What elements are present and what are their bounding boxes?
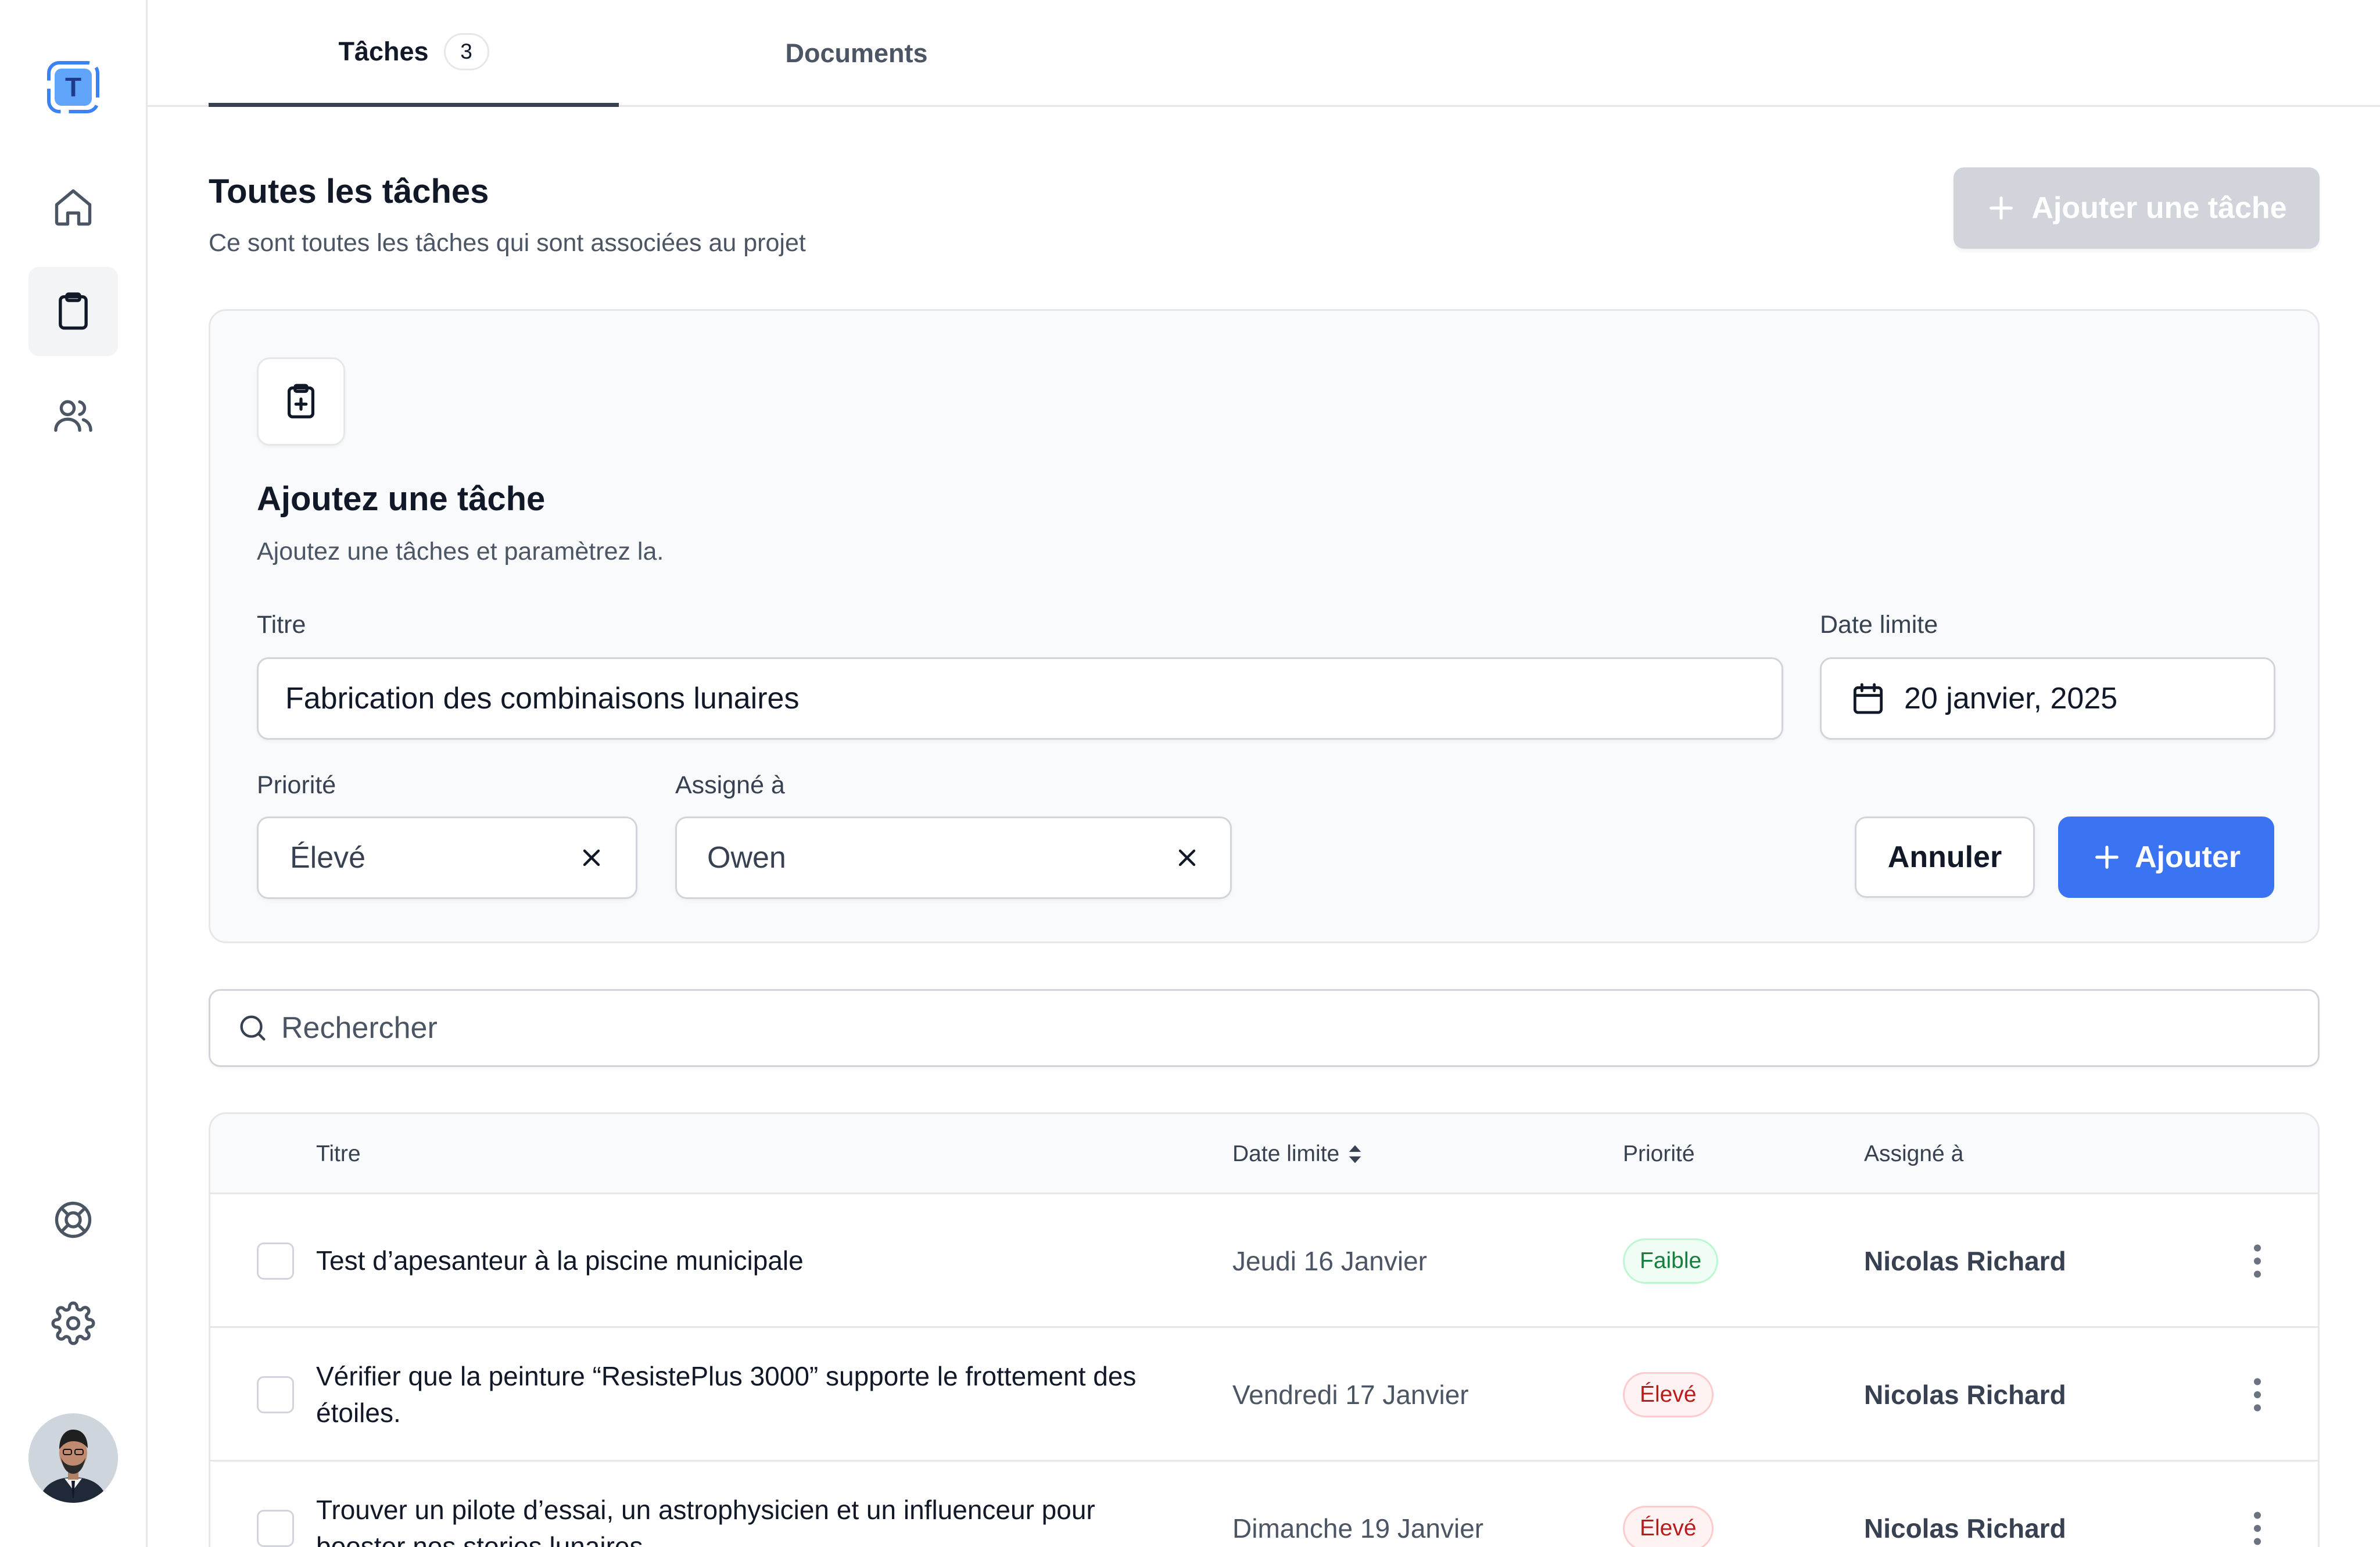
date-picker-value: 20 janvier, 2025 — [1904, 682, 2118, 715]
row-checkbox[interactable] — [257, 1242, 294, 1280]
assignee-label: Assigné à — [675, 771, 785, 799]
gear-icon — [51, 1301, 95, 1345]
page-subtitle: Ce sont toutes les tâches qui sont assoc… — [209, 229, 806, 257]
tab-bar: Tâches 3 Documents — [148, 0, 2380, 107]
title-input-value: Fabrication des combinaisons lunaires — [285, 682, 800, 715]
form-title: Ajoutez une tâche — [257, 480, 546, 518]
logo-letter: T — [65, 72, 81, 102]
row-title: Vérifier que la peinture “ResistePlus 30… — [316, 1361, 1137, 1428]
clipboard-plus-icon — [287, 384, 315, 418]
sidebar-item-settings[interactable] — [28, 1279, 118, 1368]
users-icon — [54, 400, 92, 432]
close-icon[interactable] — [1173, 844, 1201, 872]
column-title[interactable]: Titre — [316, 1114, 361, 1194]
support-icon — [55, 1201, 92, 1238]
table-header: Titre Date limite Priorité Assigné à — [210, 1114, 2318, 1194]
search-bar — [209, 989, 2320, 1067]
priority-select-value: Élevé — [290, 841, 366, 875]
row-date: Jeudi 16 Janvier — [1232, 1246, 1427, 1276]
cancel-button[interactable]: Annuler — [1855, 817, 2035, 898]
column-date-label: Date limite — [1232, 1141, 1340, 1166]
add-task-form: Ajoutez une tâche Ajoutez une tâches et … — [209, 309, 2320, 943]
sidebar: T — [0, 0, 148, 1547]
sort-icon[interactable] — [1347, 1144, 1363, 1165]
clipboard-icon — [59, 292, 88, 330]
row-assignee: Nicolas Richard — [1864, 1380, 2066, 1410]
home-icon — [55, 189, 92, 226]
tab-documents[interactable]: Documents — [647, 0, 1066, 107]
table-row[interactable]: Trouver un pilote d’essai, un astrophysi… — [210, 1462, 2318, 1547]
add-task-button-label: Ajouter une tâche — [2031, 191, 2287, 225]
tab-taches[interactable]: Tâches 3 — [209, 0, 619, 107]
tab-documents-label: Documents — [785, 38, 928, 68]
row-menu-button[interactable] — [2240, 1371, 2275, 1418]
sidebar-item-tasks[interactable] — [28, 267, 118, 356]
avatar[interactable] — [28, 1413, 118, 1503]
table-row[interactable]: Test d’apesanteur à la piscine municipal… — [210, 1194, 2318, 1328]
title-input[interactable]: Fabrication des combinaisons lunaires — [257, 657, 1783, 740]
date-picker[interactable]: 20 janvier, 2025 — [1820, 657, 2275, 740]
add-task-button[interactable]: Ajouter une tâche — [1954, 167, 2320, 249]
date-label: Date limite — [1820, 611, 1938, 639]
sidebar-item-support[interactable] — [28, 1175, 118, 1265]
priority-badge: Élevé — [1623, 1506, 1714, 1547]
row-title: Trouver un pilote d’essai, un astrophysi… — [316, 1495, 1095, 1547]
row-date: Vendredi 17 Janvier — [1232, 1380, 1469, 1410]
row-assignee: Nicolas Richard — [1864, 1513, 2066, 1544]
tasks-table: Titre Date limite Priorité Assigné à Tes… — [209, 1112, 2320, 1547]
submit-button[interactable]: Ajouter — [2058, 817, 2274, 898]
row-checkbox[interactable] — [257, 1376, 294, 1413]
row-menu-button[interactable] — [2240, 1505, 2275, 1547]
plus-icon — [2095, 846, 2119, 869]
column-date-sortable[interactable]: Date limite — [1232, 1114, 1363, 1194]
more-vertical-icon — [2254, 1512, 2261, 1545]
calendar-icon — [1853, 683, 1883, 714]
sidebar-item-users[interactable] — [28, 371, 118, 460]
plus-icon — [1990, 196, 2013, 220]
column-assignee[interactable]: Assigné à — [1864, 1114, 1963, 1194]
assignee-select[interactable]: Owen — [675, 817, 1232, 899]
search-input[interactable] — [281, 1011, 2318, 1045]
search-icon — [240, 1015, 266, 1041]
priority-select[interactable]: Élevé — [257, 817, 637, 899]
priority-badge: Élevé — [1623, 1372, 1714, 1417]
column-priority[interactable]: Priorité — [1623, 1114, 1695, 1194]
form-subtitle: Ajoutez une tâches et paramètrez la. — [257, 538, 664, 565]
submit-button-label: Ajouter — [2135, 840, 2241, 874]
table-row[interactable]: Vérifier que la peinture “ResistePlus 30… — [210, 1328, 2318, 1462]
sidebar-item-home[interactable] — [28, 163, 118, 252]
form-icon-box — [257, 357, 345, 446]
page-title: Toutes les tâches — [209, 173, 489, 210]
close-icon[interactable] — [578, 844, 605, 872]
row-menu-button[interactable] — [2240, 1238, 2275, 1284]
more-vertical-icon — [2254, 1244, 2261, 1278]
row-date: Dimanche 19 Janvier — [1232, 1513, 1484, 1544]
row-checkbox[interactable] — [257, 1510, 294, 1547]
assignee-select-value: Owen — [707, 841, 786, 875]
priority-label: Priorité — [257, 771, 336, 799]
title-label: Titre — [257, 611, 306, 639]
row-assignee: Nicolas Richard — [1864, 1246, 2066, 1276]
row-title: Test d’apesanteur à la piscine municipal… — [316, 1245, 804, 1276]
app-logo[interactable]: T — [46, 60, 100, 114]
priority-badge: Faible — [1623, 1238, 1719, 1284]
more-vertical-icon — [2254, 1378, 2261, 1412]
task-count-badge: 3 — [443, 33, 489, 70]
tab-taches-label: Tâches — [338, 36, 429, 66]
